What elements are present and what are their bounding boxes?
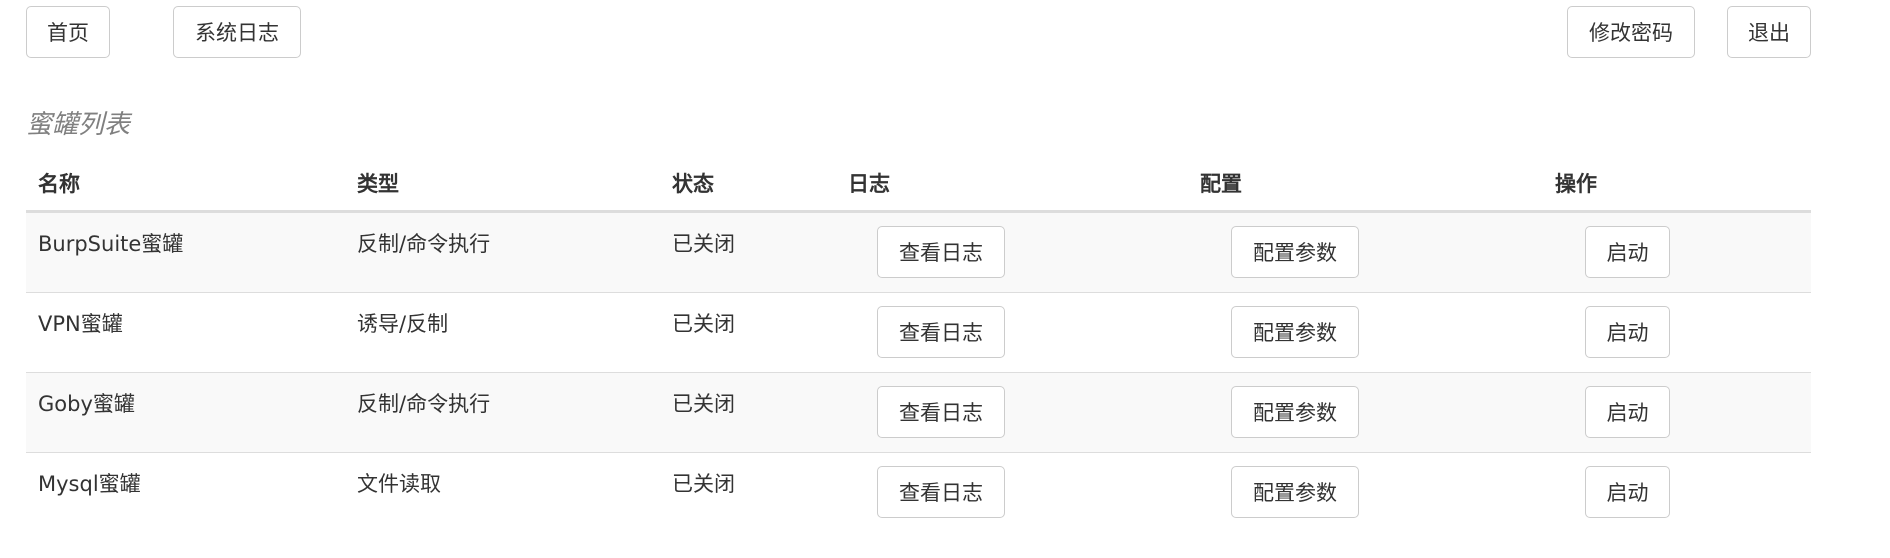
config-params-button[interactable]: 配置参数	[1231, 466, 1359, 518]
cell-name: Mysql蜜罐	[38, 472, 141, 496]
logout-button[interactable]: 退出	[1727, 6, 1811, 58]
cell-type: 反制/命令执行	[357, 232, 491, 256]
cell-status: 已关闭	[672, 392, 735, 416]
cell-type: 文件读取	[357, 472, 441, 496]
honeypot-table: 名称 类型 状态 日志 配置 操作 BurpSuite蜜罐 反制/命令执行 已关…	[26, 160, 1811, 532]
start-button[interactable]: 启动	[1585, 466, 1670, 518]
table-row: Goby蜜罐 反制/命令执行 已关闭 查看日志 配置参数 启动	[26, 373, 1811, 453]
start-button[interactable]: 启动	[1585, 226, 1670, 278]
config-params-button[interactable]: 配置参数	[1231, 306, 1359, 358]
config-params-button[interactable]: 配置参数	[1231, 386, 1359, 438]
cell-name: BurpSuite蜜罐	[38, 232, 184, 256]
cell-name: VPN蜜罐	[38, 312, 123, 336]
table-header: 名称 类型 状态 日志 配置 操作	[26, 160, 1811, 213]
view-log-button[interactable]: 查看日志	[877, 386, 1005, 438]
cell-status: 已关闭	[672, 232, 735, 256]
system-log-button[interactable]: 系统日志	[173, 6, 301, 58]
table-row: BurpSuite蜜罐 反制/命令执行 已关闭 查看日志 配置参数 启动	[26, 213, 1811, 293]
cell-type: 反制/命令执行	[357, 392, 491, 416]
section-title: 蜜罐列表	[26, 110, 131, 140]
header-status: 状态	[672, 172, 714, 196]
header-config: 配置	[1200, 172, 1242, 196]
start-button[interactable]: 启动	[1585, 306, 1670, 358]
home-button[interactable]: 首页	[26, 6, 110, 58]
view-log-button[interactable]: 查看日志	[877, 226, 1005, 278]
cell-type: 诱导/反制	[357, 312, 449, 336]
table-row: Mysql蜜罐 文件读取 已关闭 查看日志 配置参数 启动	[26, 453, 1811, 532]
cell-status: 已关闭	[672, 312, 735, 336]
table-row: VPN蜜罐 诱导/反制 已关闭 查看日志 配置参数 启动	[26, 293, 1811, 373]
header-action: 操作	[1555, 172, 1597, 196]
header-log: 日志	[848, 172, 890, 196]
config-params-button[interactable]: 配置参数	[1231, 226, 1359, 278]
header-name: 名称	[38, 172, 80, 196]
cell-status: 已关闭	[672, 472, 735, 496]
header-type: 类型	[357, 172, 399, 196]
view-log-button[interactable]: 查看日志	[877, 466, 1005, 518]
start-button[interactable]: 启动	[1585, 386, 1670, 438]
view-log-button[interactable]: 查看日志	[877, 306, 1005, 358]
cell-name: Goby蜜罐	[38, 392, 135, 416]
change-password-button[interactable]: 修改密码	[1567, 6, 1695, 58]
